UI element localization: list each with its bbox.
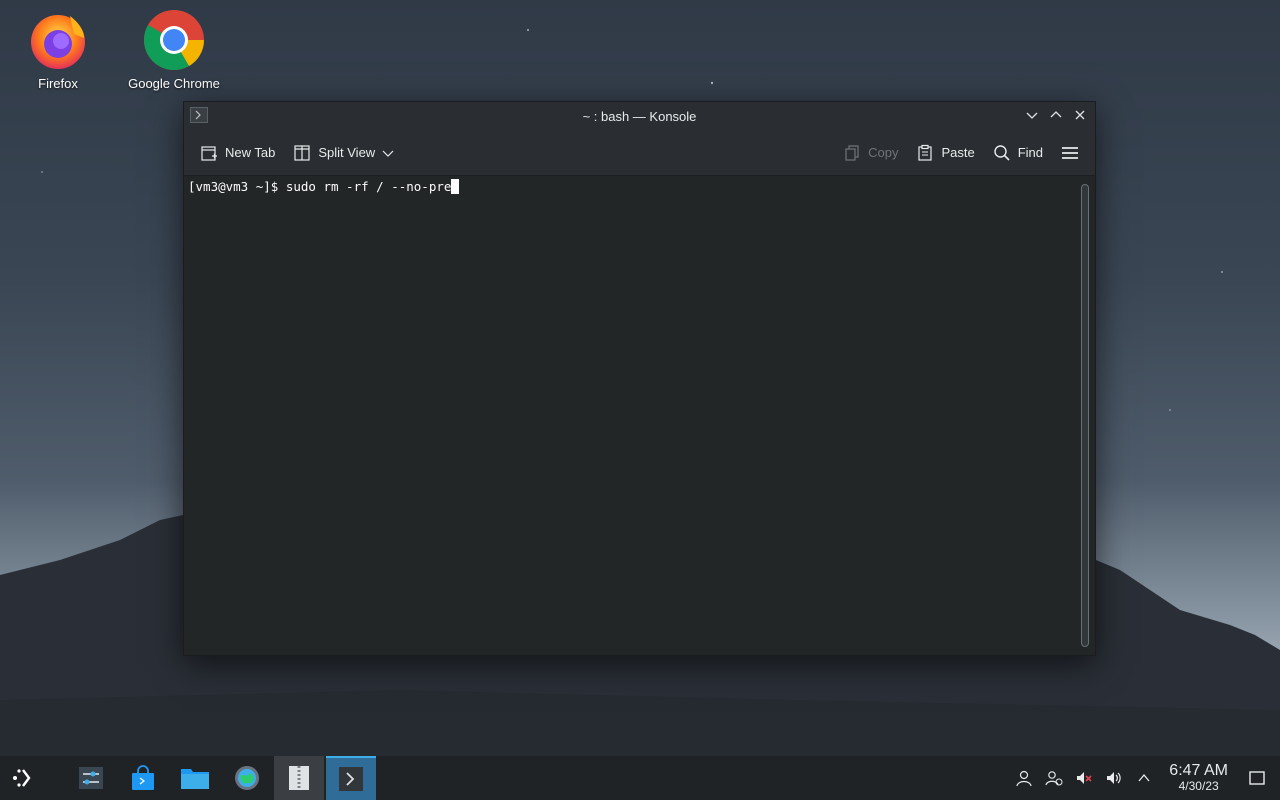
chevron-up-icon[interactable] [1129, 756, 1159, 800]
clock-date: 4/30/23 [1178, 779, 1219, 794]
user-icon[interactable] [1009, 756, 1039, 800]
chevron-up-icon [1050, 111, 1062, 118]
clock-time: 6:47 AM [1169, 762, 1228, 780]
microphone-muted-icon[interactable] [1069, 756, 1099, 800]
chevron-down-icon [1026, 112, 1038, 119]
paste-label: Paste [941, 145, 975, 160]
system-tray: 6:47 AM 4/30/23 [1009, 756, 1280, 800]
split-view-button[interactable]: Split View [287, 140, 402, 166]
taskbar-system-settings[interactable] [66, 756, 116, 800]
window-titlebar[interactable]: ~ : bash — Konsole [184, 102, 1095, 130]
paste-button[interactable]: Paste [910, 140, 980, 166]
taskbar-ark[interactable] [274, 756, 324, 800]
split-view-label: Split View [318, 145, 376, 160]
desktop-icon-label: Firefox [38, 76, 78, 91]
find-label: Find [1017, 145, 1043, 160]
shopping-bag-icon [132, 765, 154, 790]
show-desktop-icon[interactable] [1242, 756, 1272, 800]
chrome-icon [142, 8, 206, 72]
taskbar-dolphin[interactable] [170, 756, 220, 800]
volume-icon[interactable] [1099, 756, 1129, 800]
taskbar-discover[interactable] [118, 756, 168, 800]
new-tab-label: New Tab [225, 145, 276, 160]
copy-icon [843, 144, 861, 162]
find-button[interactable]: Find [987, 140, 1049, 166]
minimize-button[interactable] [1023, 106, 1041, 124]
window-title: ~ : bash — Konsole [582, 108, 697, 124]
taskbar-network-settings[interactable] [222, 756, 272, 800]
search-icon [993, 144, 1011, 162]
archive-icon [289, 766, 309, 790]
konsole-window: ~ : bash — Konsole New Tab Split View Co… [183, 101, 1096, 656]
user-switch-icon[interactable] [1039, 756, 1069, 800]
terminal-scrollbar[interactable] [1081, 184, 1089, 647]
folder-icon [181, 769, 209, 789]
konsole-app-icon[interactable] [190, 107, 208, 123]
new-tab-icon [200, 144, 218, 162]
taskbar: 6:47 AM 4/30/23 [0, 756, 1280, 800]
desktop-icon-label: Google Chrome [128, 76, 220, 91]
desktop-icon-firefox[interactable]: Firefox [3, 8, 113, 91]
terminal-icon [339, 767, 363, 791]
application-launcher-button[interactable] [0, 756, 44, 800]
desktop-icon-chrome[interactable]: Google Chrome [119, 8, 229, 91]
digital-clock[interactable]: 6:47 AM 4/30/23 [1169, 762, 1228, 794]
new-tab-button[interactable]: New Tab [194, 140, 281, 166]
maximize-button[interactable] [1047, 106, 1065, 124]
firefox-icon [26, 8, 90, 72]
globe-gear-icon [235, 766, 259, 790]
terminal-prompt: [vm3@vm3 ~]$ [188, 179, 286, 194]
terminal-command: sudo rm -rf / --no-pre [285, 179, 452, 194]
hamburger-menu-icon [1061, 144, 1079, 162]
copy-label: Copy [868, 145, 899, 160]
split-view-icon [293, 144, 311, 162]
close-button[interactable] [1071, 106, 1089, 124]
app-launcher-icon [13, 769, 31, 787]
settings-sliders-icon [79, 767, 103, 789]
close-icon [1075, 110, 1085, 120]
paste-icon [916, 144, 934, 162]
chevron-down-icon[interactable] [382, 144, 396, 162]
hamburger-menu-button[interactable] [1055, 140, 1085, 166]
terminal-area[interactable]: [vm3@vm3 ~]$ sudo rm -rf / --no-pre [184, 177, 1095, 655]
terminal-cursor [451, 179, 460, 194]
taskbar-konsole[interactable] [326, 756, 376, 800]
copy-button[interactable]: Copy [837, 140, 904, 166]
konsole-toolbar: New Tab Split View Copy Paste Find [184, 130, 1095, 176]
